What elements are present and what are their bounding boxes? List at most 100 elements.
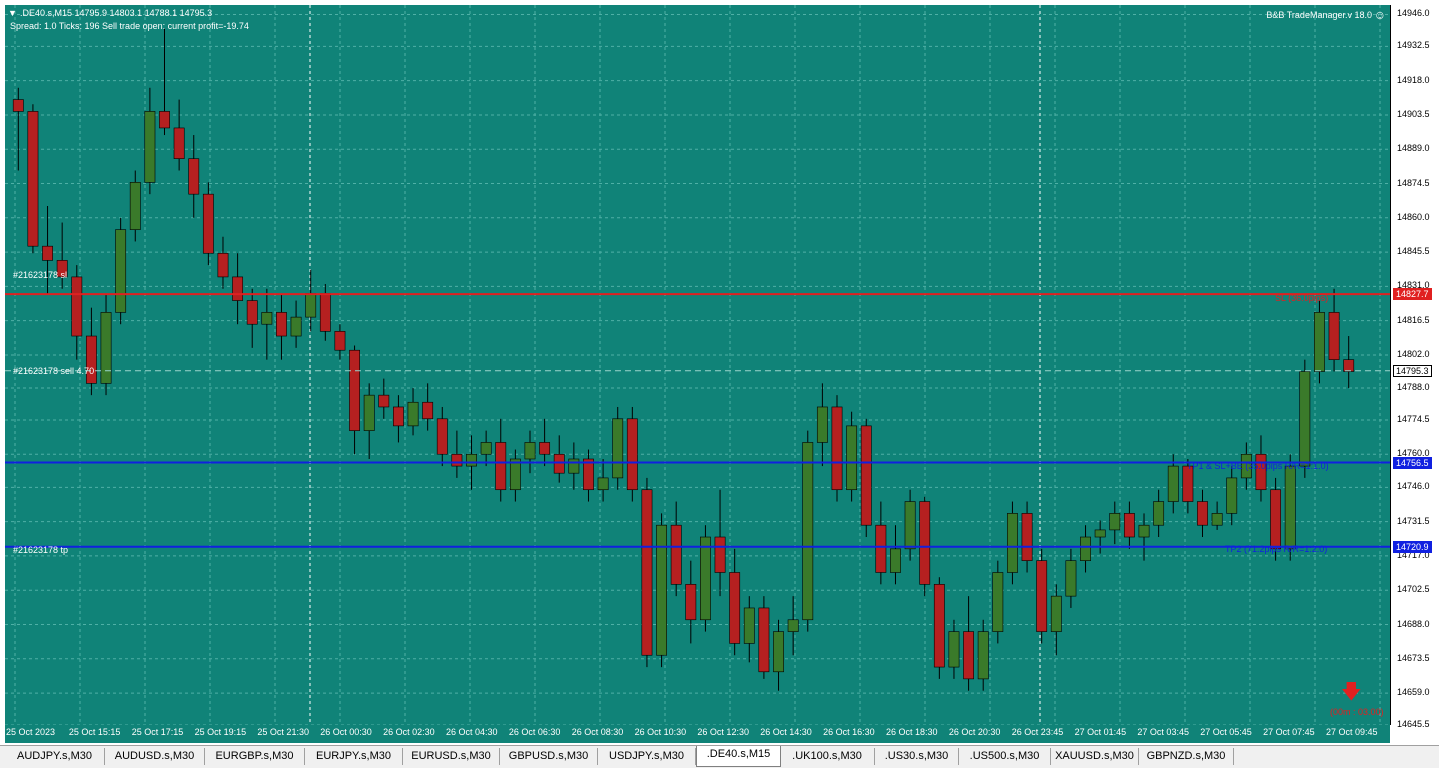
price-tick-label: 14918.0 — [1397, 74, 1430, 85]
candle-body — [363, 394, 375, 431]
price-tick-label: 14903.5 — [1397, 108, 1430, 119]
candle-body — [860, 425, 872, 526]
chart-area[interactable]: ▼ .DE40.s,M15 14795.9 14803.1 14788.1 14… — [5, 5, 1390, 725]
candle-body — [1007, 513, 1018, 573]
time-tick-label: 25 Oct 21:30 — [257, 727, 309, 737]
price-tick-label: 14645.5 — [1397, 719, 1430, 729]
chart-tab[interactable]: .DE40.s,M15 — [696, 746, 781, 767]
candle-body — [904, 501, 916, 550]
candle-body — [71, 276, 83, 337]
candle-body — [27, 111, 39, 247]
candle-body — [393, 406, 404, 427]
candle-body — [539, 442, 551, 455]
sl-line-text: SL (36.0pips) — [1275, 293, 1329, 303]
time-tick-label: 26 Oct 02:30 — [383, 727, 435, 737]
candle-body — [466, 453, 477, 467]
candle-body — [144, 111, 156, 183]
candle-body — [700, 536, 711, 621]
chart-tab[interactable]: EURUSD.s,M30 — [403, 748, 500, 765]
candlestick-chart[interactable] — [5, 5, 1390, 725]
time-tick-label: 26 Oct 04:30 — [446, 727, 498, 737]
chart-tab[interactable]: AUDJPY.s,M30 — [5, 748, 105, 765]
time-tick-label: 25 Oct 17:15 — [131, 727, 184, 737]
candle-body — [1123, 513, 1135, 538]
price-tick-label: 14816.5 — [1397, 314, 1430, 325]
order-sl-label: #21623178 sl — [13, 270, 68, 280]
time-tick-label: 27 Oct 03:45 — [1137, 727, 1189, 737]
chart-tab[interactable]: .US500.s,M30 — [959, 748, 1051, 765]
candle-body — [816, 406, 828, 443]
candle-body — [85, 335, 97, 384]
candle-body — [217, 252, 229, 278]
time-tick-label: 26 Oct 08:30 — [571, 727, 624, 737]
time-axis[interactable]: 25 Oct 2023 25 Oct 15:15 25 Oct 17:15 25 Oc… — [5, 725, 1390, 743]
chart-menu-icon[interactable]: ▼ — [8, 8, 17, 18]
time-tick-label: 26 Oct 06:30 — [508, 727, 561, 737]
candle-body — [246, 300, 258, 325]
candle-body — [875, 524, 887, 573]
order-sell-label: #21623178 sell 4.70 — [13, 366, 95, 376]
chart-tab[interactable]: USDJPY.s,M30 — [598, 748, 696, 765]
time-tick-label: 26 Oct 16:30 — [823, 727, 875, 737]
candle-body — [656, 524, 667, 656]
candle-body — [319, 293, 331, 332]
candle-body — [1153, 501, 1165, 526]
chart-tab[interactable]: XAUUSD.s,M30 — [1051, 748, 1139, 765]
candle-body — [1080, 536, 1091, 561]
chart-tab[interactable]: AUDUSD.s,M30 — [105, 748, 205, 765]
candle-body — [100, 312, 112, 384]
candle-body — [597, 477, 609, 491]
price-tick-label: 14688.0 — [1397, 618, 1430, 629]
chart-tab[interactable]: .UK100.s,M30 — [780, 748, 875, 765]
candle-body — [1211, 513, 1223, 526]
candle-body — [509, 458, 521, 491]
chart-tab[interactable]: GBPUSD.s,M30 — [500, 748, 598, 765]
candle-body — [1314, 312, 1325, 372]
candle-body — [1328, 312, 1340, 360]
candle-body — [422, 401, 434, 420]
candle-body — [933, 584, 945, 668]
candle-body — [626, 418, 638, 491]
candle-body — [831, 406, 843, 491]
candle-body — [583, 458, 594, 491]
chart-tab[interactable]: .US30.s,M30 — [875, 748, 959, 765]
price-tick-label: 14774.5 — [1397, 413, 1430, 424]
price-tick-label: 14845.5 — [1397, 246, 1430, 257]
tp1-price-box: 14756.5 — [1393, 456, 1432, 469]
time-tick-label: 26 Oct 14:30 — [760, 727, 812, 737]
candle-body — [290, 316, 302, 337]
candle-body — [1050, 595, 1062, 632]
candle-body — [919, 501, 931, 585]
time-tick-label: 27 Oct 01:45 — [1074, 727, 1127, 737]
tp2-line-text: TP2 (71.2pips R/R=1:2.0) — [1225, 544, 1328, 554]
candle-body — [773, 631, 784, 673]
price-axis[interactable]: 14946.0 14932.5 14918.0 14903.5 14889.0 14874… — [1390, 5, 1439, 729]
chart-tab[interactable]: GBPNZD.s,M30 — [1139, 748, 1234, 765]
chart-tab[interactable]: EURGBP.s,M30 — [205, 748, 305, 765]
price-tick-label: 14659.0 — [1397, 687, 1430, 698]
candle-body — [948, 631, 960, 668]
candle-body — [349, 349, 360, 431]
chart-tab[interactable]: EURJPY.s,M30 — [305, 748, 403, 765]
candle-body — [334, 331, 346, 351]
candle-body — [1197, 501, 1208, 526]
candle-body — [1226, 477, 1238, 514]
candle-body — [890, 548, 901, 573]
candle-body — [1299, 371, 1311, 467]
price-tick-label: 14946.0 — [1397, 8, 1430, 19]
time-tick-label: 27 Oct 07:45 — [1263, 727, 1315, 737]
time-tick-label: 25 Oct 2023 — [6, 727, 56, 737]
candle-body — [305, 293, 317, 318]
candle-body — [1138, 524, 1150, 538]
candle-body — [12, 99, 24, 112]
arrow-down-icon: 🡇 — [1341, 681, 1362, 703]
candle-body — [670, 524, 682, 585]
symbol-ohlc-line: .DE40.s,M15 14795.9 14803.1 14788.1 1479… — [20, 8, 213, 18]
time-tick-label: 26 Oct 23:45 — [1011, 727, 1064, 737]
price-tick-label: 14889.0 — [1397, 143, 1430, 154]
candle-body — [977, 631, 989, 680]
spread-info-line: Spread: 1.0 Ticks: 196 Sell trade open: … — [10, 21, 249, 31]
candle-body — [261, 312, 273, 325]
tp1-line-text: TP1 & SL+BE (35.0pips R/R=1:1.0) — [1187, 461, 1329, 471]
candle-body — [42, 245, 53, 261]
